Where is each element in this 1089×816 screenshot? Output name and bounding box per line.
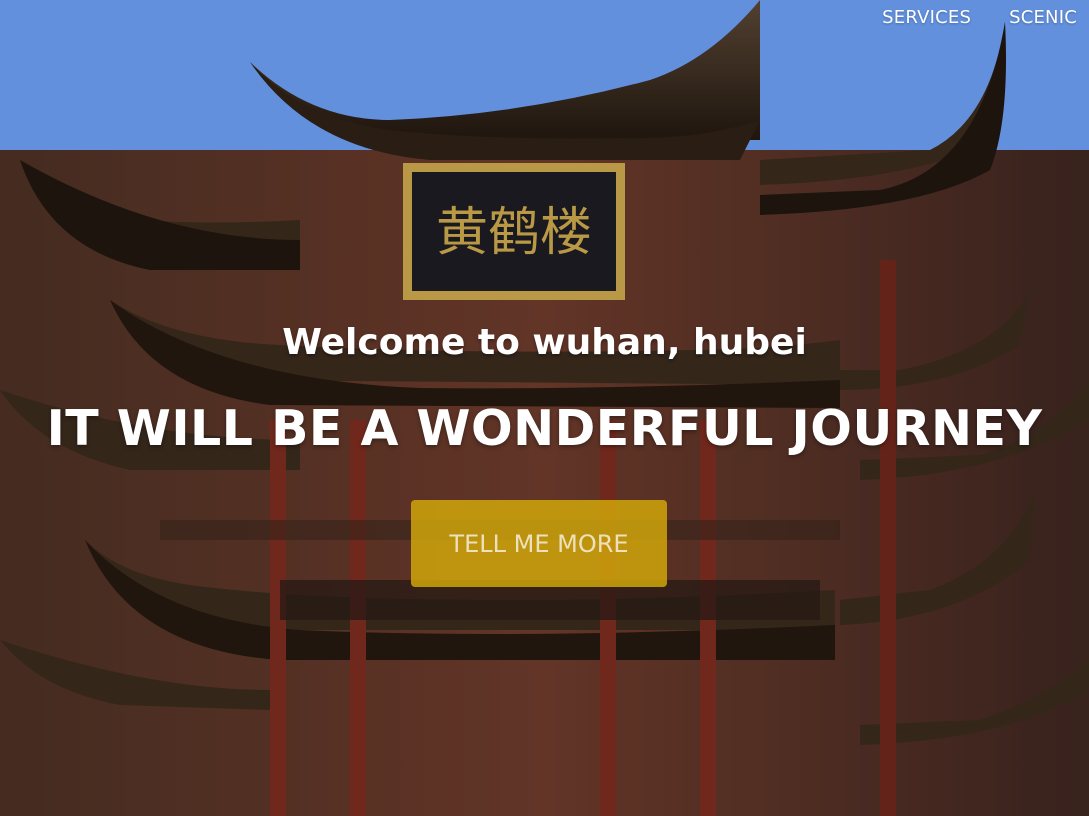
hero-headline: IT WILL BE A WONDERFUL JOURNEY [46, 400, 1043, 457]
hero-lead-text: Welcome to wuhan, hubei [282, 322, 807, 363]
nav-scenic-link[interactable]: SCENIC [1009, 7, 1077, 28]
tell-me-more-button[interactable]: TELL ME MORE [411, 500, 667, 587]
top-navigation: SERVICES SCENIC [882, 7, 1077, 28]
hero-section: 黄鹤楼 SERVICES SCENIC Welcome to wuhan, hu… [0, 0, 1089, 816]
nav-services-link[interactable]: SERVICES [882, 7, 971, 28]
